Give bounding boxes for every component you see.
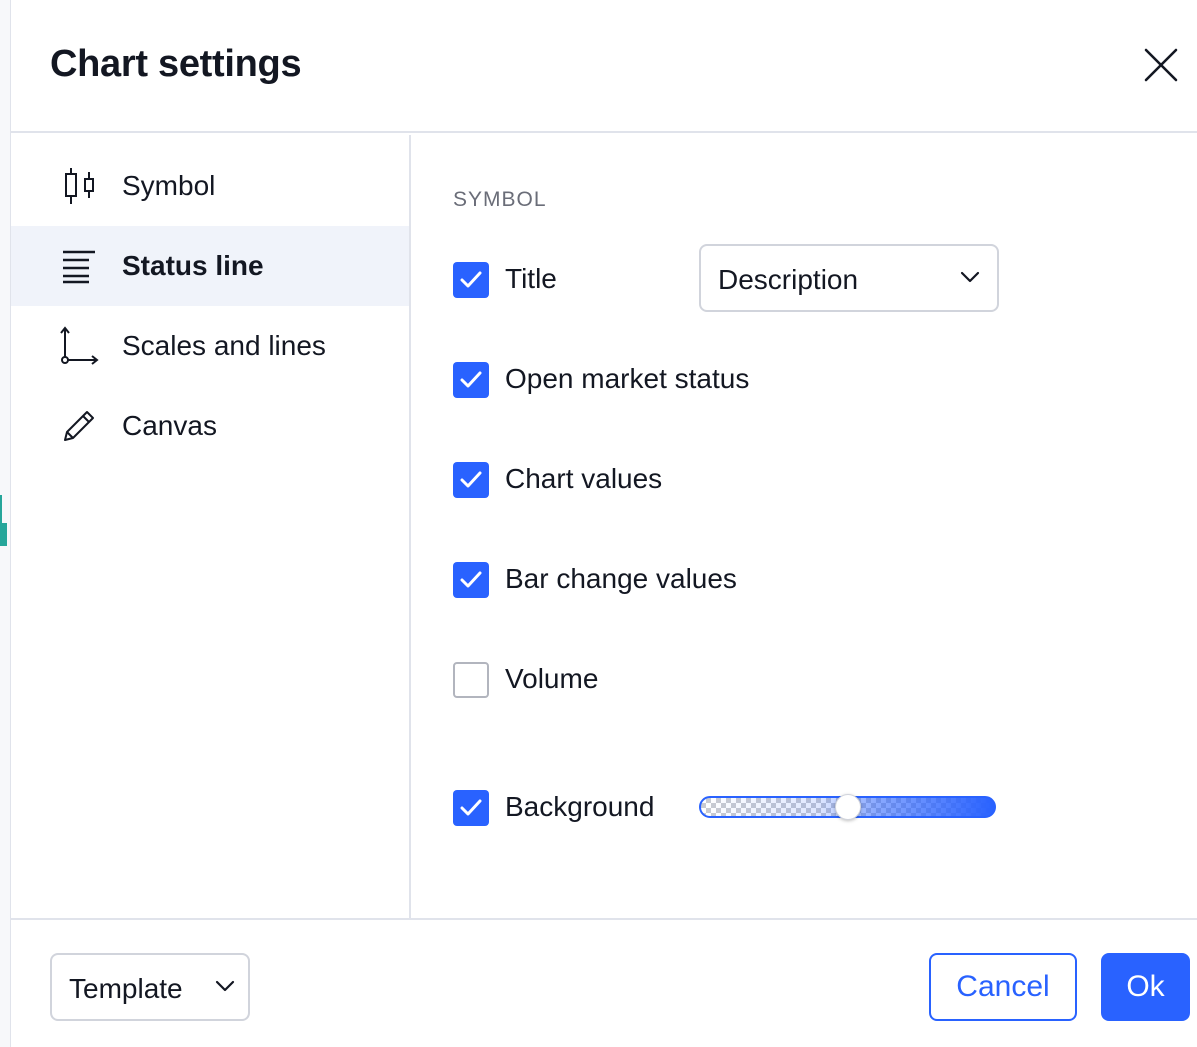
checkmark-icon xyxy=(460,471,482,488)
settings-content: SYMBOL Title Description Open market sta… xyxy=(413,135,1197,918)
checkmark-icon xyxy=(460,571,482,588)
volume-checkbox[interactable] xyxy=(453,662,489,698)
chart-background-strip xyxy=(0,0,10,1047)
cancel-button[interactable]: Cancel xyxy=(929,953,1077,1021)
sidebar-item-label: Canvas xyxy=(122,410,217,441)
status-line-icon xyxy=(63,250,95,284)
settings-sidebar: Symbol Status line Scales and lines Canv… xyxy=(11,135,411,918)
template-dropdown[interactable]: Template xyxy=(50,953,250,1021)
candle-fragment xyxy=(0,523,7,546)
background-label[interactable]: Background xyxy=(505,791,654,823)
close-button[interactable] xyxy=(1141,45,1181,85)
title-label[interactable]: Title xyxy=(505,263,557,295)
title-checkbox[interactable] xyxy=(453,262,489,298)
open-market-status-checkbox[interactable] xyxy=(453,362,489,398)
chart-values-label[interactable]: Chart values xyxy=(505,463,662,495)
chevron-down-icon xyxy=(960,271,980,283)
ok-button[interactable]: Ok xyxy=(1101,953,1190,1021)
section-label: SYMBOL xyxy=(453,188,547,211)
checkmark-icon xyxy=(460,371,482,388)
slider-thumb[interactable] xyxy=(834,794,861,820)
bar-change-values-checkbox[interactable] xyxy=(453,562,489,598)
background-checkbox[interactable] xyxy=(453,790,489,826)
sidebar-item-label: Status line xyxy=(122,250,264,281)
scales-icon xyxy=(60,326,99,365)
dialog-header: Chart settings xyxy=(11,0,1197,133)
sidebar-item-scales-and-lines[interactable]: Scales and lines xyxy=(11,306,409,386)
candle-fragment xyxy=(0,495,2,523)
sidebar-item-label: Symbol xyxy=(122,170,216,201)
title-option-row: Title Description xyxy=(453,244,1153,312)
select-value: Description xyxy=(718,264,859,295)
dialog-title: Chart settings xyxy=(50,43,302,85)
title-format-select[interactable]: Description xyxy=(699,244,999,312)
chart-settings-dialog: Chart settings Symbol Status line Scales… xyxy=(10,0,1197,1047)
sidebar-item-symbol[interactable]: Symbol xyxy=(11,146,409,226)
sidebar-item-label: Scales and lines xyxy=(122,330,326,361)
close-icon xyxy=(1144,48,1178,82)
checkmark-icon xyxy=(460,799,482,816)
volume-row: Volume xyxy=(453,660,1153,700)
candlestick-icon xyxy=(65,168,94,204)
chart-values-checkbox[interactable] xyxy=(453,462,489,498)
open-market-status-row: Open market status xyxy=(453,360,1153,400)
chevron-down-icon xyxy=(215,980,235,992)
sidebar-item-status-line[interactable]: Status line xyxy=(11,226,409,306)
chart-values-row: Chart values xyxy=(453,460,1153,500)
background-row: Background xyxy=(453,788,1153,828)
dialog-footer: Template Cancel Ok xyxy=(11,918,1197,1047)
checkmark-icon xyxy=(460,271,482,288)
bar-change-values-label[interactable]: Bar change values xyxy=(505,563,737,595)
bar-change-values-row: Bar change values xyxy=(453,560,1153,600)
template-label: Template xyxy=(69,973,183,1004)
volume-label[interactable]: Volume xyxy=(505,663,598,695)
pencil-icon xyxy=(64,411,94,441)
open-market-status-label[interactable]: Open market status xyxy=(505,363,749,395)
sidebar-item-canvas[interactable]: Canvas xyxy=(11,386,409,466)
